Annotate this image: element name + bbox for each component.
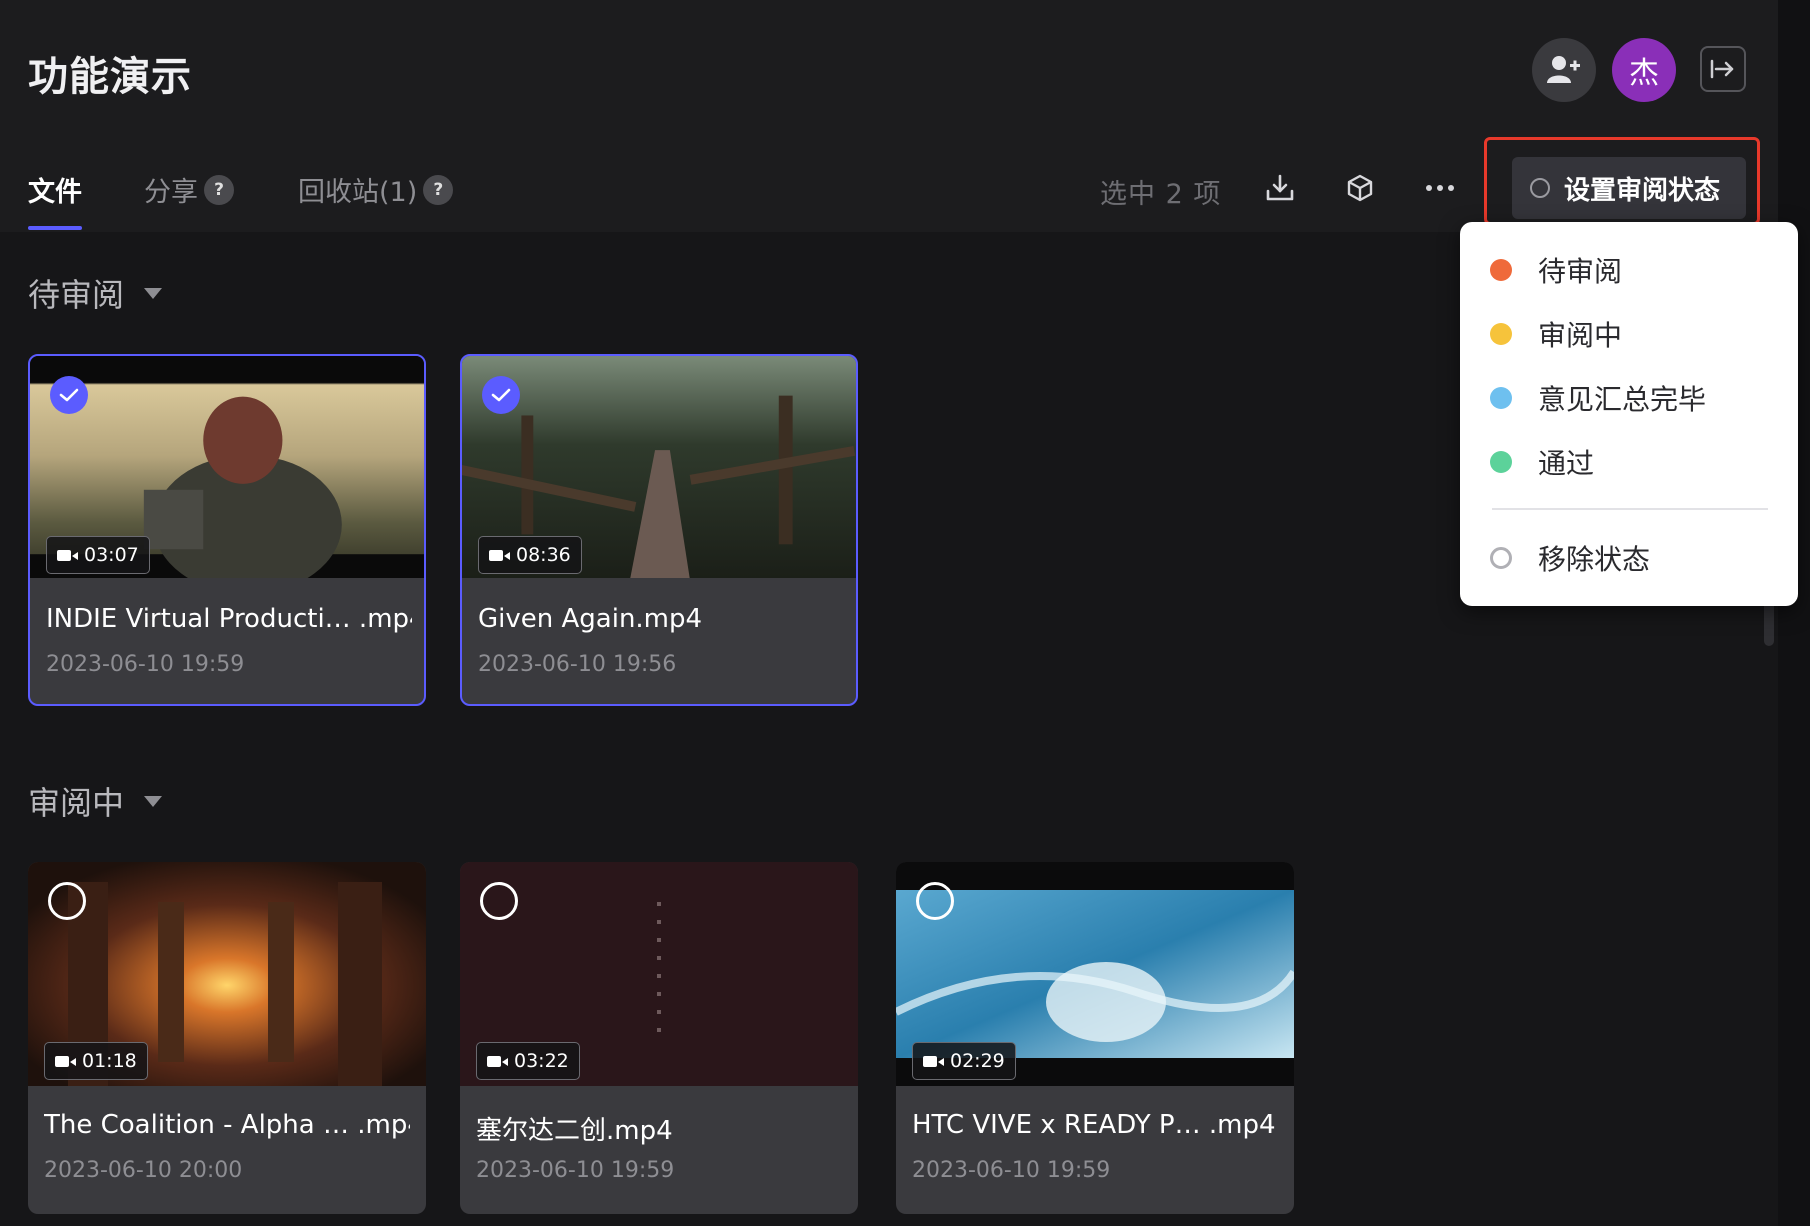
duration-text: 03:07 (84, 544, 139, 566)
file-card[interactable]: 08:36 Given Again.mp4 2023-06-10 19:56 (460, 354, 858, 706)
more-button[interactable] (1420, 168, 1460, 208)
package-button[interactable] (1340, 168, 1380, 208)
duration-text: 08:36 (516, 544, 571, 566)
add-user-icon (1547, 56, 1580, 83)
checkmark-icon (59, 388, 79, 402)
status-dot-icon (1490, 451, 1512, 473)
file-card[interactable]: 02:29 HTC VIVE x READY P… .mp4 2023-06-1… (896, 862, 1294, 1214)
tab-recycle-label: 回收站(1) (298, 177, 418, 208)
status-option-approved[interactable]: 通过 (1490, 442, 1594, 482)
section-header-pending[interactable]: 待审阅 (28, 270, 163, 316)
help-icon[interactable]: ? (423, 174, 454, 205)
file-name: The Coalition - Alpha … .mp4 (44, 1110, 410, 1140)
download-icon (1266, 174, 1294, 201)
tab-bar: 文件 分享 ? 回收站(1) ? (0, 150, 1480, 232)
unselected-checkbox[interactable] (480, 882, 518, 920)
tab-recycle-bin[interactable]: 回收站(1) ? (298, 170, 454, 209)
package-icon (1347, 174, 1373, 202)
duration-badge: 08:36 (478, 536, 582, 574)
section-title: 待审阅 (28, 276, 125, 314)
status-dot-icon (1490, 259, 1512, 281)
file-name: INDIE Virtual Producti… .mp4 (46, 604, 412, 634)
review-status-menu: 待审阅 审阅中 意见汇总完毕 通过 移除状态 (1460, 222, 1798, 606)
set-review-status-button[interactable]: 设置审阅状态 (1512, 157, 1746, 219)
empty-ring-icon (1490, 547, 1512, 569)
help-icon[interactable]: ? (204, 174, 234, 205)
tab-share[interactable]: 分享 ? (144, 170, 234, 209)
status-option-label: 通过 (1538, 447, 1595, 480)
selected-checkbox[interactable] (482, 376, 520, 414)
status-option-label: 移除状态 (1538, 543, 1651, 576)
video-camera-icon (487, 1055, 508, 1067)
file-card[interactable]: 03:22 塞尔达二创.mp4 2023-06-10 19:59 (460, 862, 858, 1214)
file-card[interactable]: 03:07 INDIE Virtual Producti… .mp4 2023-… (28, 354, 426, 706)
status-option-label: 意见汇总完毕 (1538, 383, 1707, 416)
page-title: 功能演示 (28, 54, 192, 100)
tab-share-label: 分享 (144, 177, 198, 208)
tab-files-label: 文件 (28, 177, 82, 208)
active-tab-indicator (28, 226, 82, 230)
status-ring-icon (1530, 178, 1550, 198)
status-option-remove[interactable]: 移除状态 (1490, 538, 1650, 578)
file-name: 塞尔达二创.mp4 (476, 1116, 673, 1146)
section-header-in-review[interactable]: 审阅中 (28, 778, 163, 824)
tab-files[interactable]: 文件 (28, 170, 82, 209)
file-card[interactable]: 01:18 The Coalition - Alpha … .mp4 2023-… (28, 862, 426, 1214)
video-camera-icon (57, 549, 78, 561)
status-option-label: 审阅中 (1538, 319, 1623, 352)
file-name: Given Again.mp4 (478, 604, 703, 634)
status-option-label: 待审阅 (1538, 255, 1623, 288)
status-option-feedback-done[interactable]: 意见汇总完毕 (1490, 378, 1706, 418)
download-button[interactable] (1260, 168, 1300, 208)
status-dot-icon (1490, 387, 1512, 409)
status-option-in-review[interactable]: 审阅中 (1490, 314, 1622, 354)
selection-count: 选中 2 项 (1100, 179, 1222, 210)
file-date: 2023-06-10 19:59 (912, 1158, 1111, 1183)
video-camera-icon (923, 1055, 944, 1067)
top-bar: 功能演示 杰 文件 分享 ? 回收站(1) ? 选中 2 项 设置审阅状态 (0, 0, 1778, 232)
status-dot-icon (1490, 323, 1512, 345)
duration-badge: 03:07 (46, 536, 150, 574)
exit-arrow-icon (1710, 59, 1734, 79)
video-camera-icon (489, 549, 510, 561)
invite-member-button[interactable] (1532, 38, 1596, 102)
file-date: 2023-06-10 19:59 (46, 652, 245, 677)
file-date: 2023-06-10 19:56 (478, 652, 677, 677)
selected-checkbox[interactable] (50, 376, 88, 414)
status-option-pending[interactable]: 待审阅 (1490, 250, 1622, 290)
duration-badge: 02:29 (912, 1042, 1016, 1080)
unselected-checkbox[interactable] (48, 882, 86, 920)
user-avatar[interactable]: 杰 (1612, 38, 1676, 102)
file-date: 2023-06-10 19:59 (476, 1158, 675, 1183)
duration-badge: 03:22 (476, 1042, 580, 1080)
avatar-initial: 杰 (1629, 56, 1659, 91)
menu-divider (1492, 508, 1768, 510)
more-icon (1426, 185, 1454, 191)
duration-text: 03:22 (514, 1050, 569, 1072)
collapse-caret-icon (144, 795, 163, 807)
checkmark-icon (491, 388, 511, 402)
set-review-status-label: 设置审阅状态 (1564, 175, 1721, 206)
duration-badge: 01:18 (44, 1042, 148, 1080)
section-title: 审阅中 (28, 784, 125, 822)
file-name: HTC VIVE x READY P… .mp4 (912, 1110, 1276, 1140)
collapse-caret-icon (144, 287, 163, 299)
video-camera-icon (55, 1055, 76, 1067)
file-date: 2023-06-10 20:00 (44, 1158, 243, 1183)
unselected-checkbox[interactable] (916, 882, 954, 920)
right-edge-panel (1778, 0, 1810, 1226)
exit-button[interactable] (1700, 46, 1746, 92)
duration-text: 01:18 (82, 1050, 137, 1072)
duration-text: 02:29 (950, 1050, 1005, 1072)
